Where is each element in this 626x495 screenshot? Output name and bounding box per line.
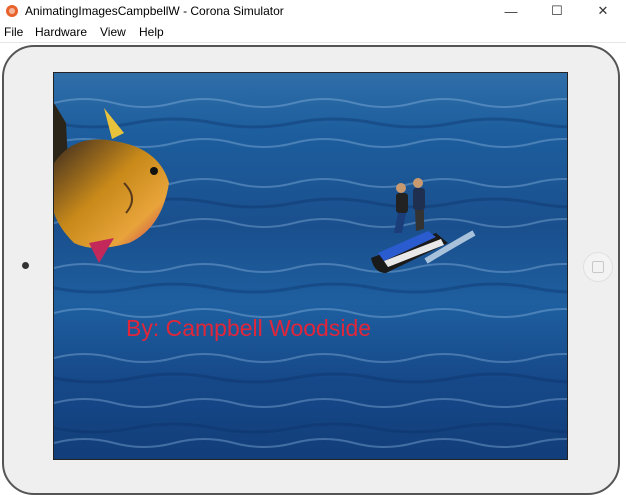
camera-dot <box>22 262 29 269</box>
maximize-button[interactable]: ☐ <box>534 0 580 22</box>
menu-bar: File Hardware View Help <box>0 22 626 43</box>
menu-help[interactable]: Help <box>139 25 164 39</box>
close-button[interactable]: ✕ <box>580 0 626 22</box>
title-bar: AnimatingImagesCampbellW - Corona Simula… <box>0 0 626 22</box>
menu-view[interactable]: View <box>100 25 126 39</box>
jetski-sprite[interactable] <box>366 173 476 283</box>
menu-file[interactable]: File <box>4 25 23 39</box>
menu-hardware[interactable]: Hardware <box>35 25 87 39</box>
simulator-screen[interactable]: By: Campbell Woodside <box>53 72 568 460</box>
credit-text: By: Campbell Woodside <box>126 315 372 341</box>
minimize-button[interactable]: — <box>488 0 534 22</box>
window-title: AnimatingImagesCampbellW - Corona Simula… <box>25 4 284 18</box>
corona-app-icon <box>6 5 18 17</box>
fish-sprite[interactable] <box>54 103 174 293</box>
home-button[interactable] <box>583 252 613 282</box>
